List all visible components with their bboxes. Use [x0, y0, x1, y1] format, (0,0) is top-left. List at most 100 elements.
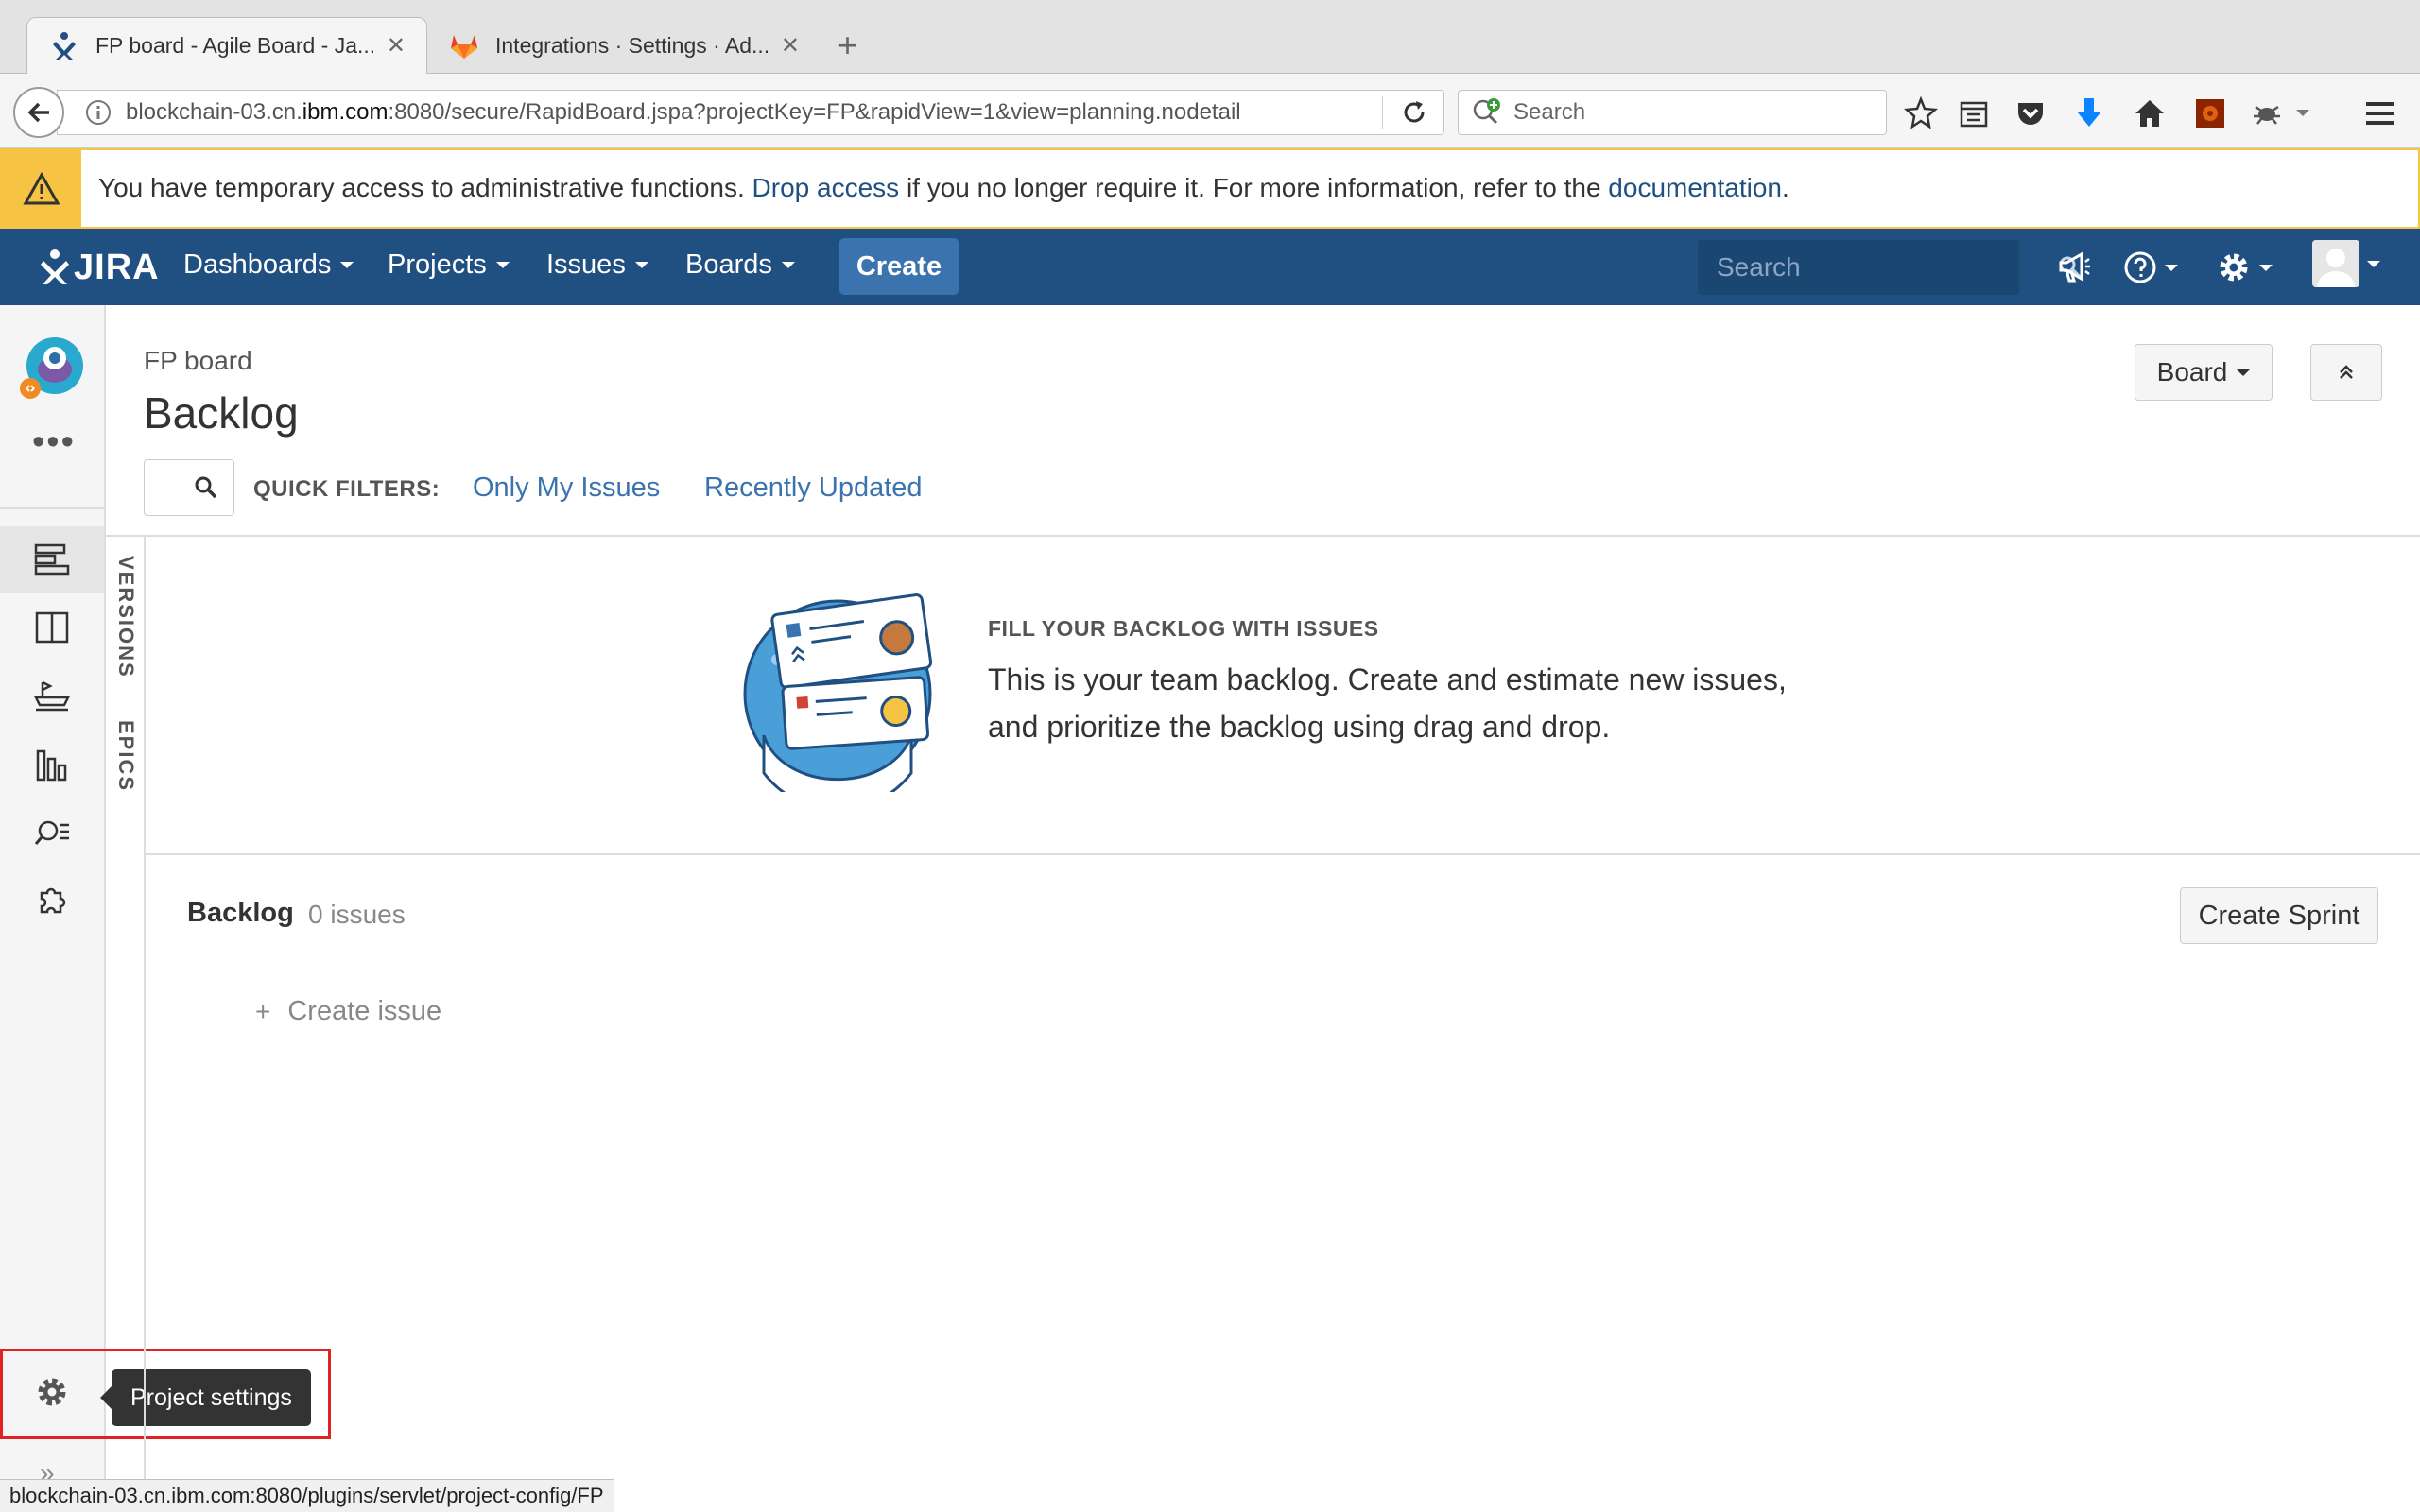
backlog-issue-count: 0 issues: [308, 900, 406, 929]
nav-label: Issues: [546, 249, 626, 280]
tab-label: Integrations · Settings · Ad...: [495, 32, 768, 58]
announcement-icon[interactable]: [2057, 248, 2091, 287]
reading-list-icon[interactable]: [1955, 94, 1993, 132]
warning-icon: [2, 150, 81, 227]
sidebar-divider: [0, 507, 104, 509]
nav-boards[interactable]: Boards: [685, 249, 795, 281]
project-sidebar: ••• »: [0, 305, 106, 1512]
home-icon[interactable]: [2131, 94, 2169, 132]
tab-epics[interactable]: EPICS: [113, 720, 138, 792]
section-divider: [146, 853, 2420, 855]
drop-access-link[interactable]: Drop access: [752, 173, 900, 202]
quick-filter-only-my-issues[interactable]: Only My Issues: [473, 472, 660, 504]
jira-search-box[interactable]: [1698, 240, 2082, 295]
sidebar-item-active-sprints[interactable]: [0, 594, 104, 661]
nav-label: Projects: [388, 249, 487, 280]
caret-down-icon: [340, 262, 354, 268]
nav-issues[interactable]: Issues: [546, 249, 648, 281]
sidebar-item-issues[interactable]: [0, 800, 104, 867]
plan-side-tabs: VERSIONS EPICS: [106, 537, 146, 1512]
banner-text: You have temporary access to administrat…: [98, 173, 752, 202]
url-text: blockchain-03.cn.ibm.com:8080/secure/Rap…: [126, 99, 1382, 126]
bug-extension-icon[interactable]: [2248, 94, 2286, 132]
pocket-icon[interactable]: [2012, 94, 2049, 132]
nav-label: Boards: [685, 249, 772, 280]
sidebar-item-add-ons[interactable]: [0, 868, 104, 935]
empty-backlog-description: This is your team backlog. Create and es…: [988, 656, 1839, 750]
tab-versions[interactable]: VERSIONS: [113, 556, 138, 679]
more-options-icon[interactable]: •••: [32, 424, 76, 460]
back-button[interactable]: [13, 87, 64, 138]
chevron-double-up-icon: [2340, 365, 2353, 379]
issues-search-icon: [34, 820, 69, 845]
close-tab-icon[interactable]: ✕: [387, 32, 406, 60]
browser-search-bar[interactable]: [1458, 90, 1887, 135]
url-separator: [1382, 96, 1383, 129]
jira-icon: [48, 30, 80, 62]
page-title: Backlog: [144, 388, 299, 438]
project-avatar[interactable]: [17, 334, 85, 402]
help-icon: [2124, 251, 2156, 284]
chevron-down-icon[interactable]: [2291, 94, 2314, 132]
browser-status-bar: blockchain-03.cn.ibm.com:8080/plugins/se…: [0, 1479, 614, 1512]
admin-menu[interactable]: [2216, 248, 2273, 287]
bookmark-star-icon[interactable]: [1902, 94, 1940, 132]
sidebar-item-backlog[interactable]: [0, 526, 104, 593]
download-icon[interactable]: [2070, 94, 2108, 132]
jira-logo-text: JIRA: [74, 247, 160, 287]
reload-icon[interactable]: [1400, 98, 1428, 127]
jira-logo[interactable]: JIRA: [38, 244, 160, 291]
reports-icon: [36, 749, 67, 782]
browser-navigation-bar: blockchain-03.cn.ibm.com:8080/secure/Rap…: [0, 74, 2420, 148]
backlog-icon: [34, 543, 70, 576]
nav-projects[interactable]: Projects: [388, 249, 510, 281]
help-menu[interactable]: [2123, 248, 2178, 287]
arrow-left-icon: [27, 102, 49, 123]
caret-down-icon: [2259, 264, 2273, 271]
plus-icon: +: [255, 996, 271, 1026]
jira-header: JIRA Dashboards Projects Issues Boards C…: [0, 229, 2420, 305]
add-ons-icon: [40, 887, 66, 914]
site-info-icon[interactable]: [84, 98, 112, 127]
board-menu-button[interactable]: Board: [2135, 344, 2273, 401]
browser-tab-strip: FP board - Agile Board - Ja... ✕ Integra…: [0, 0, 2420, 74]
caret-down-icon: [2165, 264, 2178, 271]
browser-tab-jira[interactable]: FP board - Agile Board - Ja... ✕: [26, 17, 427, 74]
url-path: :8080/secure/RapidBoard.jspa?projectKey=…: [388, 99, 1241, 125]
create-issue-button[interactable]: Create: [839, 238, 959, 295]
browser-tab-gitlab[interactable]: Integrations · Settings · Ad... ✕: [427, 17, 821, 74]
hamburger-menu-icon[interactable]: [2361, 94, 2399, 132]
create-sprint-button[interactable]: Create Sprint: [2180, 887, 2378, 944]
caret-down-icon: [634, 262, 648, 268]
empty-backlog-line: This is your team backlog. Create and es…: [988, 662, 1787, 696]
quick-filter-recently-updated[interactable]: Recently Updated: [704, 472, 923, 504]
filter-search-input[interactable]: [144, 459, 234, 516]
close-tab-icon[interactable]: ✕: [781, 32, 800, 60]
create-issue-inline[interactable]: + Create issue: [255, 996, 441, 1027]
new-tab-button[interactable]: +: [838, 25, 857, 66]
caret-down-icon: [2367, 260, 2380, 267]
breadcrumb[interactable]: FP board: [144, 346, 252, 376]
jira-logo-icon: [41, 249, 69, 284]
nav-dashboards[interactable]: Dashboards: [183, 249, 354, 281]
gitlab-icon: [448, 29, 480, 61]
backlog-empty-illustration: [735, 593, 953, 792]
sidebar-item-releases[interactable]: [0, 662, 104, 729]
user-menu[interactable]: [2312, 240, 2380, 287]
admin-access-banner: You have temporary access to administrat…: [0, 148, 2420, 229]
content-divider: [106, 535, 2420, 537]
sidebar-item-reports[interactable]: [0, 732, 104, 799]
empty-backlog-line: and prioritize the backlog using drag an…: [988, 710, 1611, 744]
tab-label: FP board - Agile Board - Ja...: [95, 33, 373, 58]
documentation-link[interactable]: documentation: [1608, 173, 1782, 202]
create-issue-label: Create issue: [287, 996, 442, 1026]
banner-message: You have temporary access to administrat…: [98, 173, 1789, 203]
collapse-header-button[interactable]: [2310, 344, 2382, 401]
extension-icon[interactable]: [2191, 94, 2229, 132]
url-bar[interactable]: blockchain-03.cn.ibm.com:8080/secure/Rap…: [57, 90, 1444, 135]
board-button-label: Board: [2156, 357, 2228, 387]
search-icon: [195, 476, 217, 499]
jira-search-input[interactable]: [1717, 252, 2058, 283]
quick-filters-label: QUICK FILTERS:: [253, 476, 441, 502]
browser-search-input[interactable]: [1513, 99, 1873, 126]
